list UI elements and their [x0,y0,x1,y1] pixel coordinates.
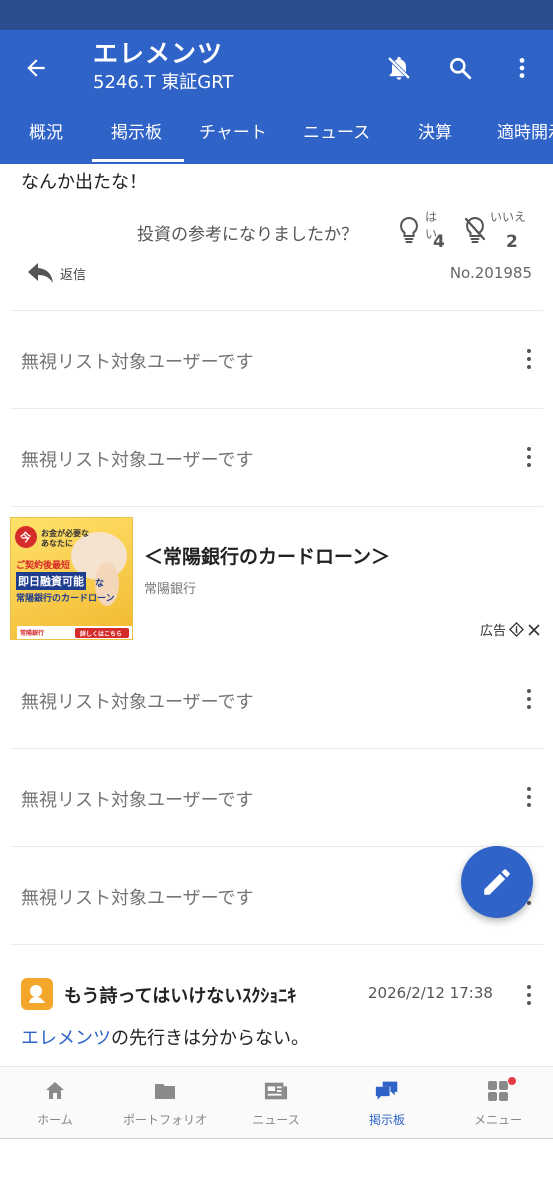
bell-off-icon [387,56,411,80]
nav-board[interactable]: 掲示板 [332,1067,442,1139]
post-menu-button[interactable] [519,782,539,812]
user-avatar-icon [29,985,45,1003]
ad-image[interactable]: お金が必要な あなたに ご契約後最短 即日融資可能 な 常陽銀行のカードローン … [10,517,133,640]
nav-menu[interactable]: メニュー [443,1067,553,1139]
ad-image-text: 即日融資可能 [16,572,86,590]
feedback-question: 投資の参考になりましたか？ [137,225,358,245]
reply-button[interactable]: 返信 [26,260,86,286]
helpful-yes-count: 4 [433,232,445,252]
tab-news[interactable]: ニュース [303,112,370,164]
app-header: エレメンツ 5246.T 東証GRT 概況 掲示板 チャート ニュース 決算 適… [0,30,553,164]
post-body: エレメンツの先行きは分からない。 [21,1024,309,1050]
nav-news[interactable]: ニュース [221,1067,331,1139]
divider [10,506,543,507]
reply-label: 返信 [60,267,87,283]
nav-home-label: ホーム [37,1113,73,1127]
ad-sponsor: 常陽銀行 [144,582,197,597]
helpful-no-label: いいえ [490,210,527,224]
bottom-navigation: ホーム ポートフォリオ ニュース 掲示板 メニュー [0,1066,553,1139]
lightbulb-icon [400,216,418,243]
arrow-left-icon [27,59,45,77]
status-bar [0,0,553,30]
ignored-user-text: 無視リスト対象ユーザーです [21,790,254,811]
nav-portfolio[interactable]: ポートフォリオ [110,1067,220,1139]
info-diamond-icon [509,622,524,637]
more-vert-icon [519,58,525,78]
more-button[interactable] [504,50,540,86]
ad-image-text: ご契約後最短 [16,561,71,571]
tab-board[interactable]: 掲示板 [111,112,162,164]
nav-news-label: ニュース [252,1113,300,1127]
ignored-user-text: 無視リスト対象ユーザーです [21,692,254,713]
tab-overview[interactable]: 概況 [29,112,63,164]
nav-board-label: 掲示板 [368,1113,405,1127]
ignored-post-row: 無視リスト対象ユーザーです [0,768,553,828]
search-button[interactable] [442,50,478,86]
avatar[interactable] [21,978,53,1010]
divider [10,408,543,409]
tab-earnings[interactable]: 決算 [418,112,452,164]
author-name[interactable]: もう詩ってはいけないｽｸｼｮﾆｷ [64,982,296,1008]
pencil-icon [484,869,510,895]
post-text: なんか出たな！ [21,172,147,193]
helpful-yes-button[interactable]: はい 4 [397,208,445,252]
back-button[interactable] [18,50,54,86]
notification-dot [507,1076,517,1086]
ignored-post-row: 無視リスト対象ユーザーです [0,428,553,488]
helpful-no-count: 2 [506,232,518,252]
post-menu-button[interactable] [519,684,539,714]
close-icon[interactable] [527,623,541,637]
ad-title[interactable]: ＜常陽銀行のカードローン＞ [144,542,390,569]
nav-menu-label: メニュー [473,1113,522,1127]
ad-image-text: 常陽銀行 [20,630,45,637]
nav-home[interactable]: ホーム [0,1067,110,1139]
ad-image-text: 常陽銀行のカードローン [16,594,115,604]
stock-name: エレメンツ [93,39,224,68]
board-feed: なんか出たな！ 投資の参考になりましたか？ はい 4 いいえ 2 返信 No.2… [0,164,553,1066]
ignored-post-row: 無視リスト対象ユーザーです [0,330,553,390]
ignored-user-text: 無視リスト対象ユーザーです [21,888,254,909]
newspaper-icon [264,1082,288,1100]
compose-post-button[interactable] [461,846,533,918]
home-icon [46,1082,64,1099]
tab-chart[interactable]: チャート [199,112,267,164]
search-icon [450,58,472,80]
ignored-post-row: 無視リスト対象ユーザーです [0,670,553,730]
post-menu-button[interactable] [519,442,539,472]
divider [10,310,543,311]
reply-icon [28,263,53,283]
active-tab-indicator [92,159,184,162]
ad-image-text: あなたに [41,539,73,548]
stock-link[interactable]: エレメンツ [21,1028,111,1049]
post-menu-button[interactable] [519,344,539,374]
divider [10,846,543,847]
post-header: もう詩ってはいけないｽｸｼｮﾆｷ 2026/2/12 17:38 [0,974,553,1014]
tab-bar: 概況 掲示板 チャート ニュース 決算 適時開示 [0,112,553,164]
ignored-user-text: 無視リスト対象ユーザーです [21,450,254,471]
ad-image-text: な [95,579,105,589]
lightbulb-off-icon [464,216,486,243]
stock-code: 5246.T 東証GRT [93,72,234,93]
nav-portfolio-label: ポートフォリオ [122,1113,207,1127]
notifications-off-button[interactable] [381,50,417,86]
post-date: 2026/2/12 17:38 [368,984,493,1002]
ad-choices[interactable]: 広告 [480,620,541,639]
tab-disclosure[interactable]: 適時開示 [497,112,553,164]
title-block: エレメンツ 5246.T 東証GRT [93,38,233,96]
ad-image-text: 詳しくはこちら [80,631,123,638]
helpful-no-button[interactable]: いいえ 2 [463,208,535,252]
divider [10,944,543,945]
ad-logo-glyph: 今 [20,531,31,544]
chat-bubbles-icon [375,1081,398,1100]
post-menu-button[interactable] [519,980,539,1010]
ad-banner[interactable]: お金が必要な あなたに ご契約後最短 即日融資可能 な 常陽銀行のカードローン … [0,516,553,646]
post-body-text: の先行きは分からない。 [111,1028,309,1049]
ignored-user-text: 無視リスト対象ユーザーです [21,352,254,373]
ad-label: 広告 [479,624,506,639]
divider [10,748,543,749]
folder-icon [155,1084,175,1099]
post-number: No.201985 [449,264,532,282]
